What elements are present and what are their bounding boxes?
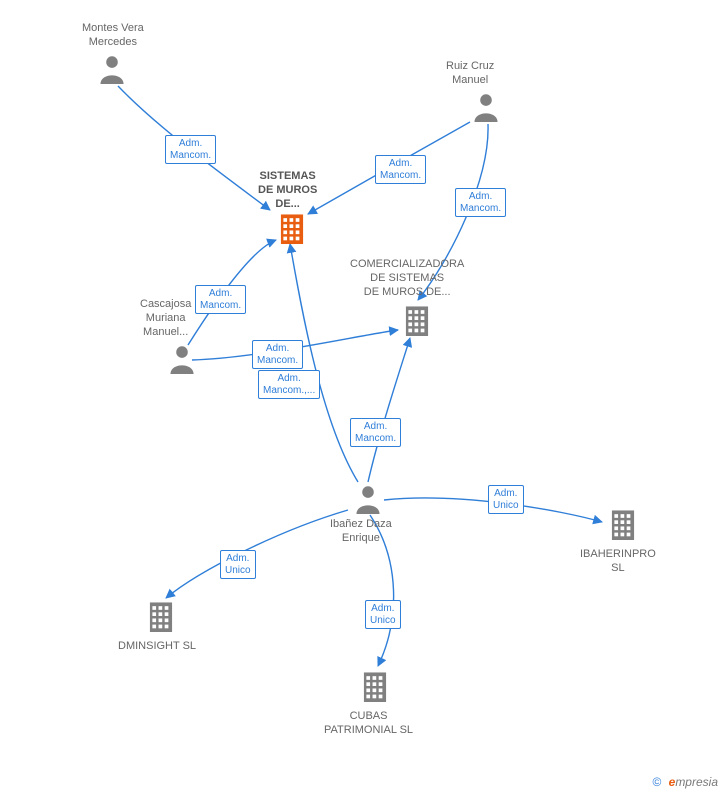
edge-label[interactable]: Adm. Mancom. bbox=[455, 188, 506, 217]
edge-label[interactable]: Adm. Mancom.,... bbox=[258, 370, 320, 399]
edge-label[interactable]: Adm. Mancom. bbox=[375, 155, 426, 184]
node-label: SISTEMAS DE MUROS DE... bbox=[258, 170, 317, 211]
edge-ibanez-dminsight bbox=[166, 510, 348, 598]
network-diagram: Montes Vera Mercedes Ruiz Cruz Manuel SI… bbox=[0, 0, 728, 795]
node-label: Cascajosa Muriana Manuel... bbox=[140, 298, 191, 339]
edge-ibanez-comerc bbox=[368, 338, 410, 482]
node-montes[interactable]: Montes Vera Mercedes bbox=[82, 22, 144, 50]
person-icon[interactable] bbox=[354, 484, 382, 517]
node-ibaher[interactable]: IBAHERINPRO SL bbox=[580, 548, 656, 576]
edge-label[interactable]: Adm. Mancom. bbox=[252, 340, 303, 369]
node-label: CUBAS PATRIMONIAL SL bbox=[324, 710, 413, 738]
building-icon[interactable] bbox=[608, 508, 638, 543]
node-ibanez[interactable]: Ibañez Daza Enrique bbox=[330, 518, 392, 546]
edge-label[interactable]: Adm. Mancom. bbox=[165, 135, 216, 164]
node-cubas[interactable]: CUBAS PATRIMONIAL SL bbox=[324, 710, 413, 738]
person-icon[interactable] bbox=[472, 92, 500, 125]
edge-label[interactable]: Adm. Mancom. bbox=[195, 285, 246, 314]
watermark: © empresia bbox=[652, 775, 718, 789]
person-icon[interactable] bbox=[98, 54, 126, 87]
node-label: Montes Vera Mercedes bbox=[82, 22, 144, 50]
building-icon[interactable] bbox=[146, 600, 176, 635]
node-ruiz[interactable]: Ruiz Cruz Manuel bbox=[446, 60, 494, 88]
copyright-symbol: © bbox=[652, 775, 661, 789]
edge-label[interactable]: Adm. Mancom. bbox=[350, 418, 401, 447]
building-focus-icon[interactable] bbox=[277, 212, 307, 247]
node-label: DMINSIGHT SL bbox=[118, 640, 196, 654]
node-sistemas[interactable]: SISTEMAS DE MUROS DE... bbox=[258, 170, 317, 211]
building-icon[interactable] bbox=[402, 304, 432, 339]
node-dminsight[interactable]: DMINSIGHT SL bbox=[118, 640, 196, 654]
edge-label[interactable]: Adm. Unico bbox=[220, 550, 256, 579]
edge-label[interactable]: Adm. Unico bbox=[365, 600, 401, 629]
node-label: Ruiz Cruz Manuel bbox=[446, 60, 494, 88]
edge-label[interactable]: Adm. Unico bbox=[488, 485, 524, 514]
brand-rest: mpresia bbox=[675, 775, 718, 789]
node-comerc[interactable]: COMERCIALIZADORA DE SISTEMAS DE MUROS DE… bbox=[350, 258, 464, 299]
node-label: COMERCIALIZADORA DE SISTEMAS DE MUROS DE… bbox=[350, 258, 464, 299]
building-icon[interactable] bbox=[360, 670, 390, 705]
node-label: Ibañez Daza Enrique bbox=[330, 518, 392, 546]
person-icon[interactable] bbox=[168, 344, 196, 377]
node-label: IBAHERINPRO SL bbox=[580, 548, 656, 576]
node-cascajosa[interactable]: Cascajosa Muriana Manuel... bbox=[140, 298, 191, 339]
